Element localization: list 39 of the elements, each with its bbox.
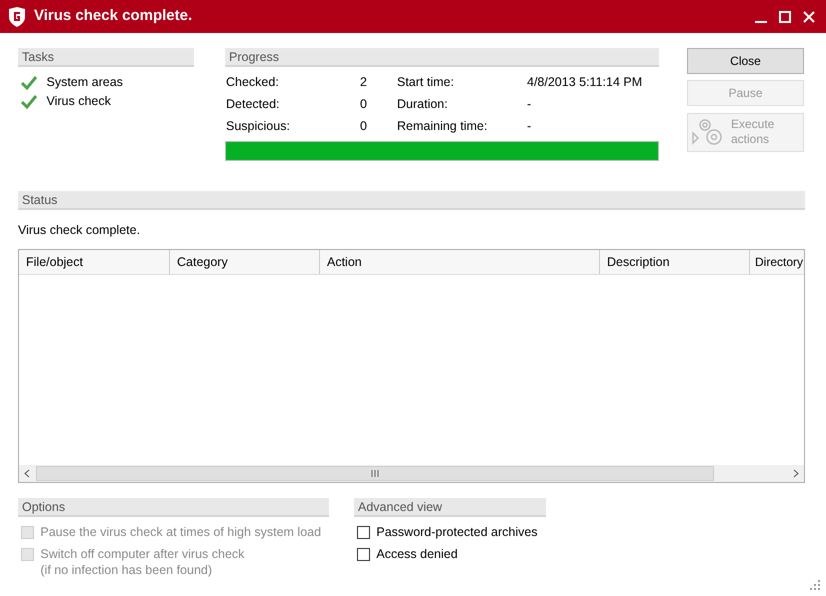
stat-value: - xyxy=(527,96,532,113)
maximize-icon[interactable] xyxy=(779,10,791,22)
column-header[interactable]: Directory xyxy=(750,250,805,274)
checkbox[interactable] xyxy=(357,548,370,561)
section-header: Progress xyxy=(225,48,659,67)
column-header[interactable]: File/object xyxy=(19,250,170,274)
stat-label: Detected: xyxy=(226,96,281,113)
stat-value: 0 xyxy=(360,118,368,135)
column-header[interactable]: Category xyxy=(170,250,320,274)
section-header: Tasks xyxy=(18,48,194,67)
status-message: Virus check complete. xyxy=(18,222,142,239)
checkbox-label: Switch off computer after virus check (if no infection has been found) xyxy=(40,546,244,578)
checkbox[interactable] xyxy=(357,526,370,538)
stat-label: Remaining time: xyxy=(397,118,488,135)
section-header: Status xyxy=(18,190,805,210)
horizontal-scrollbar[interactable] xyxy=(19,465,804,482)
shield-logo-icon xyxy=(8,6,26,26)
column-header[interactable]: Action xyxy=(320,250,600,274)
resize-grip-icon[interactable] xyxy=(810,580,820,590)
stat-label: Suspicious: xyxy=(226,118,291,135)
column-header[interactable]: Description xyxy=(600,250,750,274)
section-header: Advanced view xyxy=(354,498,546,518)
close-icon[interactable] xyxy=(803,10,815,22)
scrollbar-thumb[interactable] xyxy=(36,466,714,482)
section-header: Options xyxy=(18,498,329,518)
stat-value: - xyxy=(527,118,532,135)
stat-label: Duration: xyxy=(397,96,449,113)
stat-value: 4/8/2013 5:11:14 PM xyxy=(527,74,644,92)
stat-label: Start time: xyxy=(397,74,455,92)
stat-value: 2 xyxy=(360,74,368,92)
window-title: Virus check complete. xyxy=(34,6,192,26)
task-label: Virus check xyxy=(46,93,111,110)
dialog-button[interactable]: Close xyxy=(687,48,804,74)
checkbox-label: Password-protected archives xyxy=(376,524,538,540)
stat-value: 0 xyxy=(360,96,368,113)
checkbox-label: Pause the virus check at times of high system load xyxy=(40,524,322,540)
stat-label: Checked: xyxy=(226,74,280,92)
task-label: System areas xyxy=(46,74,123,92)
checkbox-label: Access denied xyxy=(376,546,458,562)
